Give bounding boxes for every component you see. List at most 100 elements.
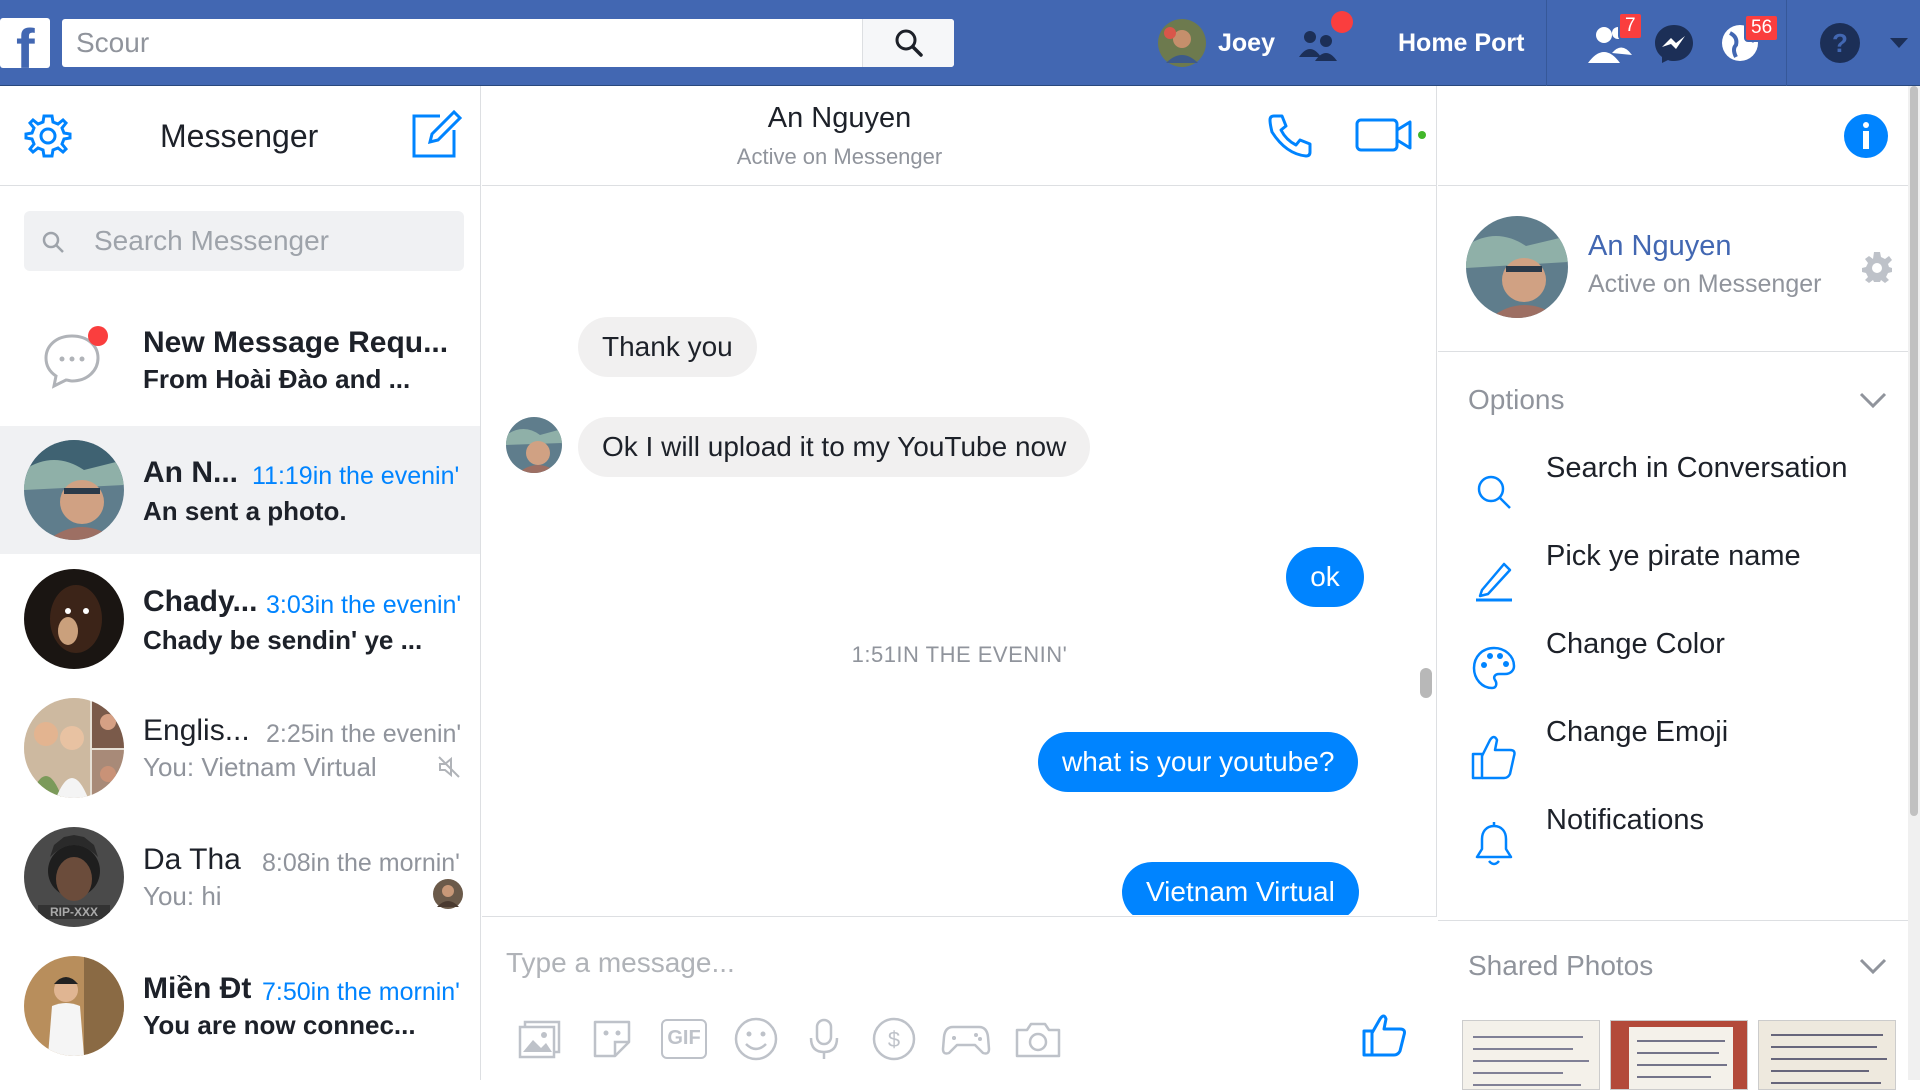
option-change-emoji[interactable]: Change Emoji [1438,716,1920,796]
find-friends-button[interactable] [1295,0,1353,86]
microphone-icon [809,1018,839,1059]
option-notifications[interactable]: Notifications [1438,804,1920,884]
sender-avatar [506,417,562,473]
time-divider: 1:51IN THE EVENIN' [851,642,1068,667]
palette-icon [1468,642,1520,694]
conversation-snippet: An sent a photo. [143,496,347,526]
divider [1546,0,1547,86]
help-button[interactable]: ? [1818,0,1862,86]
message-input[interactable] [506,937,1306,989]
emoji-button[interactable] [730,1013,782,1065]
voice-call-button[interactable] [1264,110,1316,167]
conversation-item-message-requests[interactable]: New Message Requ... From Hoài Đào and ..… [0,296,480,424]
conversation-item-mien-dt[interactable]: Miền Đt 7:50in the mornin' You are now c… [0,942,480,1070]
conversation-snippet: From Hoài Đào and ... [143,364,411,394]
profile-link[interactable]: Joey [1158,0,1275,86]
messages-button[interactable] [1650,0,1698,86]
gear-icon [24,114,72,158]
photo-upload-button[interactable] [514,1013,566,1065]
notifications-button[interactable]: 56 [1716,0,1780,86]
option-label: Search in Conversation [1546,452,1848,484]
camera-icon [1015,1022,1061,1058]
caret-down-icon [1890,38,1908,48]
photo-icon [518,1020,561,1059]
page-scrollbar-thumb[interactable] [1910,86,1918,816]
new-message-button[interactable] [410,108,463,165]
conversation-time: 2:25in the evenin' [266,720,462,748]
conversation-item-chady[interactable]: Chady... 3:03in the evenin' Chady be sen… [0,555,480,683]
thumbs-up-icon [1468,730,1520,782]
message-composer: GIF $ [482,916,1437,1080]
muted-icon [438,756,460,778]
profile-name[interactable]: An Nguyen [1588,230,1732,263]
shared-photos-title[interactable]: Shared Photos [1468,950,1653,982]
smiley-icon [734,1017,778,1061]
sticker-icon [593,1020,631,1058]
conversation-item-english-group[interactable]: Englis... 2:25in the evenin' You: Vietna… [0,684,480,812]
option-label: Notifications [1546,804,1704,836]
svg-text:?: ? [1832,28,1848,58]
conversation-panel: An Nguyen Active on Messenger Thank you … [482,86,1437,1080]
conversation-time: 11:19in the evenin' [252,462,460,490]
info-icon [1844,114,1888,158]
message-thread: Thank you Ok I will upload it to my YouT… [482,187,1437,915]
facebook-logo[interactable]: f [0,17,50,80]
camera-button[interactable] [1012,1013,1064,1065]
friend-requests-button[interactable]: 7 [1582,0,1643,86]
option-nicknames[interactable]: Pick ye pirate name [1438,540,1920,620]
phone-icon [1268,114,1312,158]
conversation-time: 8:08in the mornin' [262,849,460,877]
chevron-down-icon[interactable] [1858,956,1888,976]
search-icon [1468,466,1520,518]
messenger-search [24,211,464,271]
conversation-item-an-nguyen[interactable]: An N... 11:19in the evenin' An sent a ph… [0,426,480,554]
global-search-input[interactable] [62,19,862,67]
sticker-button[interactable] [586,1013,638,1065]
send-like-button[interactable] [1358,1009,1410,1061]
option-search-in-conversation[interactable]: Search in Conversation [1438,452,1920,532]
avatar [1158,19,1206,67]
voice-clip-button[interactable] [798,1013,850,1065]
conversation-name: Englis... [143,714,250,747]
conversation-list-panel: Messenger New Message Requ... From Hoài … [0,86,481,1080]
chevron-down-icon[interactable] [1858,390,1888,410]
video-camera-icon [1355,118,1426,152]
divider [1438,920,1920,921]
conversation-info-button[interactable] [1842,112,1890,165]
messenger-search-input[interactable] [94,211,454,271]
compose-icon [412,109,463,158]
option-label: Change Color [1546,628,1725,660]
options-section-title[interactable]: Options [1468,384,1565,416]
conversation-settings-button[interactable] [1860,250,1894,289]
thread-scrollbar[interactable] [1420,668,1432,698]
home-label: Home Port [1398,28,1525,57]
avatar [24,440,124,540]
dollar-icon: $ [872,1017,916,1061]
conversation-time: 3:03in the evenin' [266,591,462,619]
avatar: RIP-XXX [24,827,124,927]
conversation-item-da-tha[interactable]: RIP-XXX Da Tha 8:08in the mornin' You: h… [0,813,480,941]
gif-button[interactable]: GIF [658,1013,710,1065]
send-money-button[interactable]: $ [868,1013,920,1065]
profile-card: An Nguyen Active on Messenger [1438,186,1920,352]
conversation-title: An Nguyen [767,102,912,134]
game-controller-icon [941,1025,991,1055]
games-button[interactable] [940,1013,992,1065]
search-button[interactable] [862,19,954,67]
account-menu-button[interactable] [1888,0,1910,86]
profile-avatar[interactable] [1466,216,1568,318]
details-header [1438,86,1920,186]
notifications-badge: 56 [1744,14,1780,42]
messenger-header: Messenger [0,86,480,186]
settings-button[interactable] [24,112,72,165]
conversation-time: 7:50in the mornin' [262,978,460,1006]
avatar [24,569,124,669]
option-change-color[interactable]: Change Color [1438,628,1920,708]
conversation-name: An N... [143,456,238,489]
home-port-link[interactable]: Home Port [1398,0,1524,86]
pencil-icon [1468,554,1520,606]
conversation-name: New Message Requ... [143,326,449,359]
page-scrollbar[interactable] [1908,86,1920,1080]
video-call-button[interactable] [1354,112,1428,163]
message-request-icon [44,326,108,389]
